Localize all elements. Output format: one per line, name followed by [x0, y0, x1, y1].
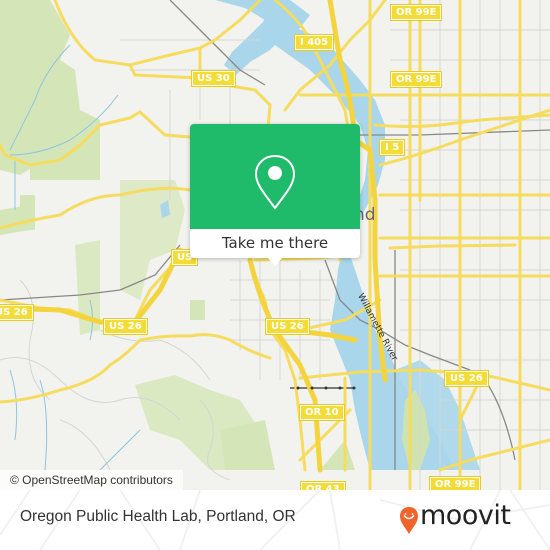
map-attribution[interactable]: © OpenStreetMap contributors [0, 470, 183, 490]
route-shield-us30: US 30 [191, 70, 236, 87]
moovit-wordmark: moovit [420, 500, 511, 531]
route-shield-us26-center: US 26 [265, 318, 310, 335]
route-shield-or99e-bottom: OR 99E [428, 476, 482, 490]
moovit-pin-smile-icon [400, 507, 418, 534]
route-shield-or99e-top: OR 99E [389, 4, 443, 21]
route-shield-us26-midwest: US 26 [103, 318, 148, 335]
place-name: Oregon Public Health Lab, Portland, OR [20, 508, 296, 525]
route-shield-or43: OR 43 [300, 481, 346, 490]
take-me-there-button[interactable]: Take me there [190, 229, 360, 258]
location-popup: Take me there [190, 124, 360, 266]
popup-arrow [267, 257, 283, 266]
route-shield-i405: I 405 [293, 34, 335, 51]
route-shield-or99e-mid: OR 99E [389, 71, 443, 88]
popup-header [190, 124, 360, 229]
route-shield-or10: OR 10 [299, 404, 345, 421]
map-view[interactable]: nd Willamette River US 30 I 405 OR 99E O… [0, 0, 550, 490]
route-shield-us26-west: US 26 [0, 304, 34, 321]
location-pin-icon [254, 154, 296, 210]
route-shield-us26-east: US 26 [444, 370, 489, 387]
footer-bar: Oregon Public Health Lab, Portland, OR m… [0, 490, 550, 550]
route-shield-i5: I 5 [378, 139, 406, 156]
